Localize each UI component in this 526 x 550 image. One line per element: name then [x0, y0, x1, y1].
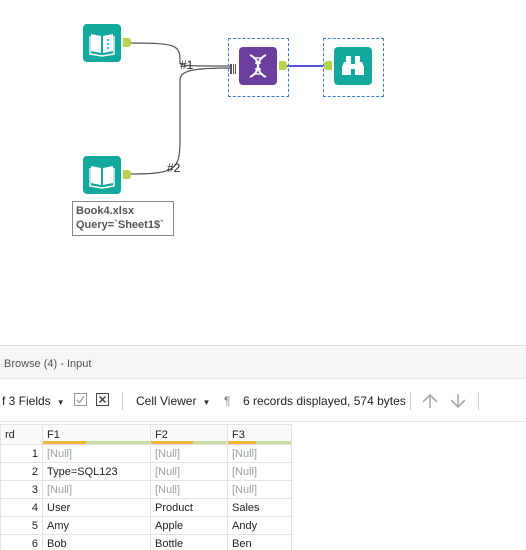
cell-f3[interactable]: [Null]	[227, 462, 292, 481]
fields-dropdown[interactable]: f 3 Fields ▼	[2, 394, 65, 408]
cell-f2[interactable]: [Null]	[150, 462, 228, 481]
binoculars-icon	[342, 56, 364, 75]
header-record[interactable]: rd	[0, 424, 43, 445]
cell-f3[interactable]: Ben	[227, 534, 292, 550]
clear-icon[interactable]	[96, 393, 109, 409]
input-anchor[interactable]	[324, 61, 332, 70]
header-f2[interactable]: F2	[150, 424, 228, 445]
chevron-down-icon: ▼	[56, 398, 65, 407]
table-row[interactable]: 5 Amy Apple Andy	[0, 516, 292, 535]
toolbar-divider	[410, 392, 411, 410]
grid-header-row: rd F1 F2 F3	[0, 424, 292, 445]
fields-dropdown-label: f 3 Fields	[2, 394, 51, 408]
book-icon	[89, 166, 115, 189]
cell-f1[interactable]: User	[42, 498, 151, 517]
record-number: 5	[0, 516, 43, 535]
dna-icon	[249, 54, 267, 78]
results-grid: rd F1 F2 F3 1 [Null] [Null] [Null] 2 Typ…	[0, 424, 292, 550]
record-number: 6	[0, 534, 43, 550]
cell-f3[interactable]: Andy	[227, 516, 292, 535]
cell-f3[interactable]: [Null]	[227, 444, 292, 463]
pilcrow-icon[interactable]: ¶	[224, 394, 230, 408]
header-f1[interactable]: F1	[42, 424, 151, 445]
tool-annotation: Book4.xlsx Query=`Sheet1$`	[72, 201, 174, 236]
multi-input-anchor[interactable]	[230, 61, 236, 74]
app-window: #1 #2 Book4.xlsx Query=`Sheet1$` Browse …	[0, 0, 526, 550]
cell-f2[interactable]: Product	[150, 498, 228, 517]
cell-f1[interactable]: Amy	[42, 516, 151, 535]
cell-f1[interactable]: [Null]	[42, 480, 151, 499]
connection-label-1: #1	[180, 58, 194, 72]
cell-f3[interactable]: Sales	[227, 498, 292, 517]
cell-f1[interactable]: Bob	[42, 534, 151, 550]
cell-f2[interactable]: [Null]	[150, 444, 228, 463]
cell-f1[interactable]: Type=SQL123	[42, 462, 151, 481]
record-number: 2	[0, 462, 43, 481]
formula-tool[interactable]	[239, 47, 277, 85]
records-status: 6 records displayed, 574 bytes	[243, 394, 406, 408]
output-anchor[interactable]	[123, 170, 131, 179]
cell-viewer-label: Cell Viewer	[136, 394, 197, 408]
record-number: 4	[0, 498, 43, 517]
checkbox-icon[interactable]	[74, 393, 87, 409]
output-anchor[interactable]	[123, 38, 131, 47]
connection-wire-2[interactable]	[130, 67, 233, 175]
cell-viewer-dropdown[interactable]: Cell Viewer ▼	[136, 394, 210, 408]
table-row[interactable]: 1 [Null] [Null] [Null]	[0, 444, 292, 463]
record-number: 1	[0, 444, 43, 463]
input-tool-1[interactable]	[83, 24, 121, 62]
cell-f3[interactable]: [Null]	[227, 480, 292, 499]
arrow-down-icon[interactable]	[449, 393, 467, 412]
workflow-canvas[interactable]: #1 #2 Book4.xlsx Query=`Sheet1$`	[0, 0, 526, 345]
table-row[interactable]: 2 Type=SQL123 [Null] [Null]	[0, 462, 292, 481]
header-f3[interactable]: F3	[227, 424, 292, 445]
table-row[interactable]: 6 Bob Bottle Ben	[0, 534, 292, 550]
multi-input-icon	[230, 64, 236, 74]
book-icon	[89, 34, 115, 57]
arrow-up-icon[interactable]	[421, 393, 439, 412]
annotation-query: Query=`Sheet1$`	[76, 219, 164, 231]
cell-f2[interactable]: [Null]	[150, 480, 228, 499]
table-row[interactable]: 3 [Null] [Null] [Null]	[0, 480, 292, 499]
chevron-down-icon: ▼	[202, 398, 211, 407]
toolbar-divider	[478, 392, 479, 410]
toolbar-divider	[122, 392, 123, 410]
annotation-filename: Book4.xlsx	[76, 205, 135, 217]
output-anchor[interactable]	[279, 61, 287, 70]
cell-f2[interactable]: Bottle	[150, 534, 228, 550]
browse-tool[interactable]	[334, 47, 372, 85]
connection-label-2: #2	[167, 161, 181, 175]
record-number: 3	[0, 480, 43, 499]
table-row[interactable]: 4 User Product Sales	[0, 498, 292, 517]
input-tool-2[interactable]	[83, 156, 121, 194]
results-toolbar: f 3 Fields ▼ Cell Viewer ▼ ¶ 6 records dis…	[0, 380, 526, 422]
cell-f1[interactable]: [Null]	[42, 444, 151, 463]
results-panel-title: Browse (4) - Input	[0, 345, 526, 379]
cell-f2[interactable]: Apple	[150, 516, 228, 535]
